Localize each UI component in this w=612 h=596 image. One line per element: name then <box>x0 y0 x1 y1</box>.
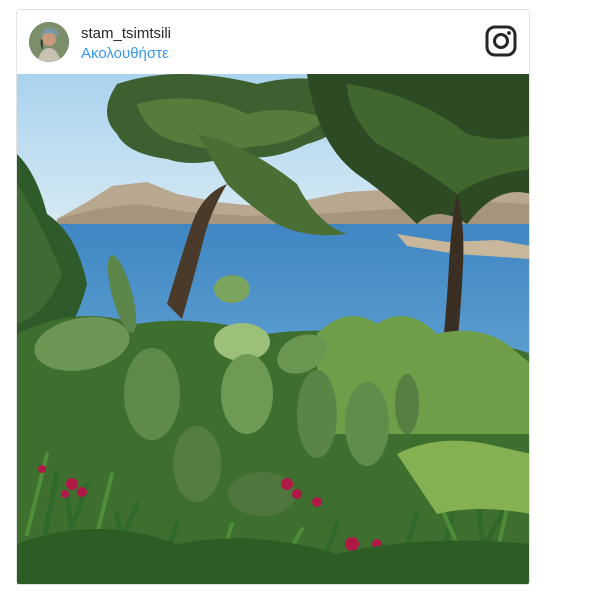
instagram-icon[interactable] <box>485 25 517 57</box>
avatar[interactable] <box>29 22 69 62</box>
username[interactable]: stam_tsimtsili <box>81 25 171 42</box>
post-header: stam_tsimtsili Ακολουθήστε <box>17 10 529 75</box>
post-photo[interactable] <box>17 74 529 584</box>
instagram-embed-card: stam_tsimtsili Ακολουθήστε <box>16 9 530 585</box>
follow-link[interactable]: Ακολουθήστε <box>81 45 169 62</box>
